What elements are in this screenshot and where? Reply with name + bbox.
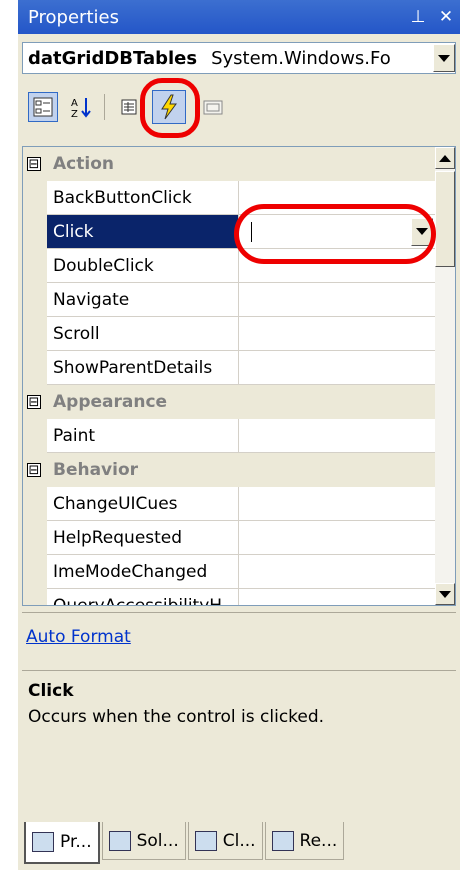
object-type: System.Windows.Fo	[211, 47, 391, 69]
category-action[interactable]: ⊟ Action	[23, 147, 435, 181]
event-name: ImeModeChanged	[23, 555, 239, 589]
event-value[interactable]	[239, 283, 435, 317]
event-row-scroll[interactable]: Scroll	[23, 317, 435, 351]
categorized-button[interactable]	[28, 92, 58, 122]
category-appearance[interactable]: ⊟ Appearance	[23, 385, 435, 419]
object-name: datGridDBTables	[28, 47, 198, 69]
object-selector-dropdown[interactable]	[433, 44, 455, 72]
window-title: Properties	[28, 6, 119, 28]
category-label: Appearance	[53, 392, 168, 412]
description-text: Occurs when the control is clicked.	[28, 707, 325, 727]
event-value[interactable]	[239, 317, 435, 351]
event-value[interactable]	[239, 589, 435, 605]
resource-view-icon	[271, 830, 294, 851]
pin-icon[interactable]: ⊥	[404, 7, 432, 27]
event-value[interactable]	[239, 487, 435, 521]
event-name: QueryAccessibilityH	[23, 589, 239, 605]
event-name: HelpRequested	[23, 521, 239, 555]
categorized-icon	[33, 97, 53, 117]
event-name: Click	[23, 215, 239, 249]
tab-resource-view[interactable]: Re...	[264, 822, 345, 860]
tab-label: Re...	[299, 830, 338, 851]
title-bar: Properties ⊥ ✕	[18, 0, 460, 34]
properties-icon	[121, 99, 137, 115]
solution-explorer-icon	[108, 830, 131, 851]
scroll-thumb[interactable]	[435, 171, 455, 267]
vertical-scrollbar[interactable]	[435, 147, 455, 605]
event-name: BackButtonClick	[23, 181, 239, 215]
property-pages-button[interactable]	[198, 92, 228, 122]
events-button-highlight	[140, 78, 200, 138]
description-title: Click	[28, 681, 74, 701]
alphabetical-icon: AZ	[71, 98, 91, 118]
event-row-imemodechanged[interactable]: ImeModeChanged	[23, 555, 435, 589]
object-selector[interactable]: datGridDBTables System.Windows.Fo	[22, 42, 456, 74]
collapse-icon[interactable]: ⊟	[27, 157, 41, 171]
event-name: Navigate	[23, 283, 239, 317]
chevron-down-icon	[439, 590, 451, 598]
event-value[interactable]	[239, 419, 435, 453]
event-row-queryaccessibility[interactable]: QueryAccessibilityH	[23, 589, 435, 605]
event-row-navigate[interactable]: Navigate	[23, 283, 435, 317]
tab-label: Pr...	[60, 832, 92, 852]
event-value[interactable]	[239, 521, 435, 555]
tab-solution-explorer[interactable]: Sol...	[101, 822, 186, 860]
category-label: Action	[53, 154, 114, 174]
properties-window: Properties ⊥ ✕ datGridDBTables System.Wi…	[18, 0, 460, 870]
scroll-down-button[interactable]	[435, 583, 455, 605]
properties-tab-icon	[32, 832, 54, 852]
collapse-icon[interactable]: ⊟	[27, 463, 41, 477]
chevron-up-icon	[439, 154, 451, 162]
event-row-changeuicues[interactable]: ChangeUICues	[23, 487, 435, 521]
event-name: DoubleClick	[23, 249, 239, 283]
tab-properties[interactable]: Pr...	[24, 822, 100, 864]
event-name: Scroll	[23, 317, 239, 351]
property-pages-icon	[203, 100, 223, 115]
close-icon[interactable]: ✕	[432, 7, 460, 27]
event-row-showparentdetails[interactable]: ShowParentDetails	[23, 351, 435, 385]
event-value[interactable]	[239, 555, 435, 589]
svg-text:Z: Z	[71, 109, 78, 118]
toolbar: AZ	[22, 78, 456, 138]
click-handler-highlight	[234, 204, 436, 264]
event-name: ChangeUICues	[23, 487, 239, 521]
auto-format-link[interactable]: Auto Format	[26, 627, 131, 647]
category-behavior[interactable]: ⊟ Behavior	[23, 453, 435, 487]
chevron-down-icon	[438, 54, 450, 62]
tab-label: Sol...	[136, 830, 179, 851]
description-pane: Click Occurs when the control is clicked…	[22, 670, 456, 818]
tab-class-view[interactable]: Cl...	[187, 822, 263, 860]
commands-pane: Auto Format	[22, 612, 456, 660]
tab-label: Cl...	[222, 830, 256, 851]
category-label: Behavior	[53, 460, 139, 480]
alphabetical-button[interactable]: AZ	[66, 92, 96, 122]
class-view-icon	[194, 830, 217, 851]
collapse-icon[interactable]: ⊟	[27, 395, 41, 409]
event-name: ShowParentDetails	[23, 351, 239, 385]
bottom-tabs: Pr... Sol... Cl... Re...	[18, 822, 460, 870]
svg-text:A: A	[71, 98, 78, 109]
event-row-helprequested[interactable]: HelpRequested	[23, 521, 435, 555]
event-row-paint[interactable]: Paint	[23, 419, 435, 453]
scroll-up-button[interactable]	[435, 147, 455, 169]
event-name: Paint	[23, 419, 239, 453]
event-value[interactable]	[239, 351, 435, 385]
